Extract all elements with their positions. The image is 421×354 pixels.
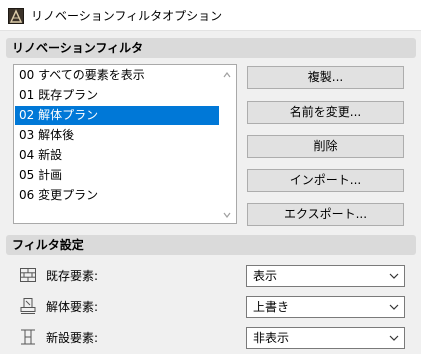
list-item[interactable]: 04 新設	[15, 146, 219, 165]
filter-settings-header: フィルタ設定	[6, 235, 416, 255]
demolished-elements-label: 解体要素:	[46, 300, 99, 314]
new-elements-value: 非表示	[253, 331, 290, 345]
scroll-down-arrow-icon[interactable]	[221, 209, 233, 221]
existing-elements-select[interactable]: 表示	[246, 265, 405, 287]
existing-elements-value: 表示	[253, 269, 278, 283]
window-title: リノベーションフィルタオプション	[31, 9, 223, 23]
list-item-selected[interactable]: 02 解体プラン	[15, 106, 219, 125]
list-item[interactable]: 05 計画	[15, 166, 219, 185]
list-item[interactable]: 03 解体後	[15, 126, 219, 145]
new-elements-select[interactable]: 非表示	[246, 327, 405, 349]
chevron-down-icon	[389, 335, 399, 341]
new-elements-label: 新設要素:	[46, 331, 99, 345]
list-item[interactable]: 00 すべての要素を表示	[15, 66, 219, 85]
title-bar: リノベーションフィルタオプション	[0, 0, 421, 31]
scroll-up-arrow-icon[interactable]	[221, 69, 233, 81]
chevron-down-icon	[389, 304, 399, 310]
demolished-elements-icon	[19, 297, 37, 315]
new-elements-icon	[19, 328, 37, 346]
demolished-elements-select[interactable]: 上書き	[246, 296, 405, 318]
filter-list[interactable]: 00 すべての要素を表示 01 既存プラン 02 解体プラン 03 解体後 04…	[13, 64, 237, 224]
renovation-filter-header: リノベーションフィルタ	[6, 38, 416, 58]
demolished-elements-value: 上書き	[253, 300, 290, 314]
import-button[interactable]: インポート...	[247, 169, 404, 192]
list-item[interactable]: 06 変更プラン	[15, 186, 219, 205]
chevron-down-icon	[389, 273, 399, 279]
list-item[interactable]: 01 既存プラン	[15, 86, 219, 105]
app-icon	[8, 8, 24, 24]
existing-elements-icon	[19, 266, 37, 284]
delete-button[interactable]: 削除	[247, 135, 404, 158]
duplicate-button[interactable]: 複製...	[247, 66, 404, 89]
existing-elements-label: 既存要素:	[46, 269, 99, 283]
rename-button[interactable]: 名前を変更...	[247, 101, 404, 124]
export-button[interactable]: エクスポート...	[247, 203, 404, 226]
